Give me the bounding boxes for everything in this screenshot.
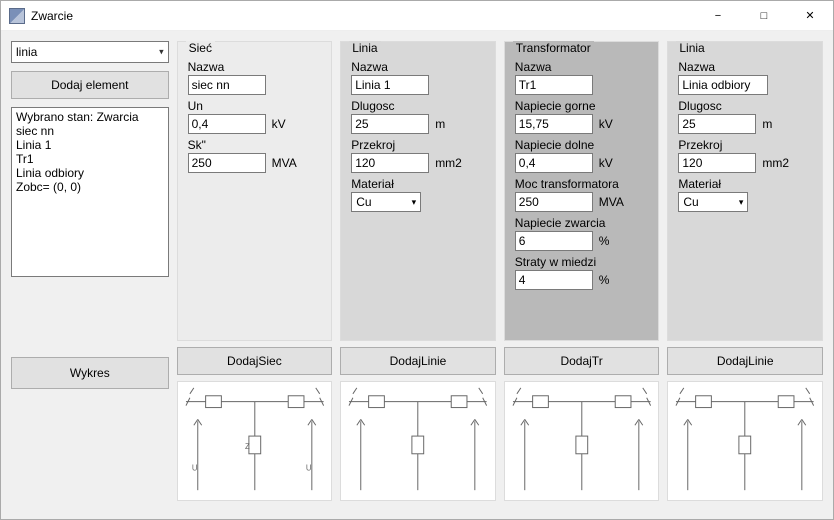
chevron-down-icon: ▾ xyxy=(159,47,164,58)
dodaj-tr-button[interactable]: DodajTr xyxy=(504,347,660,375)
label-napiecie-dolne: Napiecie dolne xyxy=(515,138,649,152)
unit-mm2: mm2 xyxy=(762,156,789,170)
groupbox-siec: Sieć Nazwa Un kV Sk" MVA xyxy=(177,41,333,341)
label-napiecie-zwarcia: Napiecie zwarcia xyxy=(515,216,649,230)
diagram-siec: U U Z xyxy=(177,381,333,501)
input-tr-nd[interactable] xyxy=(515,153,593,173)
label-nazwa: Nazwa xyxy=(515,60,649,74)
unit-m: m xyxy=(435,117,445,131)
chevron-down-icon: ▾ xyxy=(739,197,744,208)
input-tr-sw[interactable] xyxy=(515,270,593,290)
close-button[interactable]: ✕ xyxy=(787,1,833,30)
wykres-button[interactable]: Wykres xyxy=(11,357,169,389)
label-sk: Sk" xyxy=(188,138,322,152)
label-material: Materiał xyxy=(678,177,812,191)
label-nazwa: Nazwa xyxy=(351,60,485,74)
label-przekroj: Przekroj xyxy=(678,138,812,152)
element-type-combo[interactable]: linia ▾ xyxy=(11,41,169,63)
label-nazwa: Nazwa xyxy=(188,60,322,74)
input-tr-nz[interactable] xyxy=(515,231,593,251)
input-tr-nazwa[interactable] xyxy=(515,75,593,95)
window-title: Zwarcie xyxy=(31,9,695,23)
groupbox-title: Sieć xyxy=(186,41,215,55)
label-material: Materiał xyxy=(351,177,485,191)
input-linia2-nazwa[interactable] xyxy=(678,75,768,95)
panel-linia1: Linia Nazwa Dlugosc m Przekroj xyxy=(340,41,496,509)
input-tr-moc[interactable] xyxy=(515,192,593,212)
label-moc: Moc transformatora xyxy=(515,177,649,191)
panel-siec: Sieć Nazwa Un kV Sk" MVA xyxy=(177,41,333,509)
unit-kv: kV xyxy=(599,156,613,170)
dodaj-linie-button[interactable]: DodajLinie xyxy=(340,347,496,375)
unit-mm2: mm2 xyxy=(435,156,462,170)
label-un: Un xyxy=(188,99,322,113)
app-icon xyxy=(9,8,25,24)
groupbox-title: Linia xyxy=(349,41,380,55)
diagram-linia1 xyxy=(340,381,496,501)
panel-transformator: Transformator Nazwa Napiecie gorne kV Na… xyxy=(504,41,660,509)
unit-percent: % xyxy=(599,234,610,248)
groupbox-title: Transformator xyxy=(513,41,594,55)
input-siec-sk[interactable] xyxy=(188,153,266,173)
add-element-button[interactable]: Dodaj element xyxy=(11,71,169,99)
unit-kv: kV xyxy=(599,117,613,131)
unit-percent: % xyxy=(599,273,610,287)
app-window: Zwarcie − □ ✕ linia ▾ Dodaj element Wybr… xyxy=(0,0,834,520)
unit-mva: MVA xyxy=(599,195,624,209)
label-dlugosc: Dlugosc xyxy=(678,99,812,113)
groupbox-transformator: Transformator Nazwa Napiecie gorne kV Na… xyxy=(504,41,660,341)
label-nazwa: Nazwa xyxy=(678,60,812,74)
chevron-down-icon: ▾ xyxy=(412,197,417,208)
input-linia2-przekroj[interactable] xyxy=(678,153,756,173)
window-buttons: − □ ✕ xyxy=(695,1,833,30)
minimize-button[interactable]: − xyxy=(695,1,741,30)
input-siec-un[interactable] xyxy=(188,114,266,134)
groupbox-title: Linia xyxy=(676,41,707,55)
label-napiecie-gorne: Napiecie gorne xyxy=(515,99,649,113)
input-tr-ng[interactable] xyxy=(515,114,593,134)
svg-text:U: U xyxy=(191,464,197,473)
client-area: linia ▾ Dodaj element Wybrano stan: Zwar… xyxy=(1,31,833,519)
label-straty: Straty w miedzi xyxy=(515,255,649,269)
input-linia1-przekroj[interactable] xyxy=(351,153,429,173)
label-dlugosc: Dlugosc xyxy=(351,99,485,113)
diagram-linia2 xyxy=(667,381,823,501)
left-column: linia ▾ Dodaj element Wybrano stan: Zwar… xyxy=(11,41,169,509)
svg-text:U: U xyxy=(306,464,312,473)
unit-m: m xyxy=(762,117,772,131)
titlebar: Zwarcie − □ ✕ xyxy=(1,1,833,31)
maximize-button[interactable]: □ xyxy=(741,1,787,30)
dodaj-siec-button[interactable]: DodajSiec xyxy=(177,347,333,375)
status-listbox[interactable]: Wybrano stan: Zwarcia siec nn Linia 1 Tr… xyxy=(11,107,169,277)
groupbox-linia2: Linia Nazwa Dlugosc m Przekroj xyxy=(667,41,823,341)
input-linia1-nazwa[interactable] xyxy=(351,75,429,95)
input-linia1-dlugosc[interactable] xyxy=(351,114,429,134)
groupbox-linia1: Linia Nazwa Dlugosc m Przekroj xyxy=(340,41,496,341)
dodaj-linie2-button[interactable]: DodajLinie xyxy=(667,347,823,375)
label-przekroj: Przekroj xyxy=(351,138,485,152)
unit-mva: MVA xyxy=(272,156,297,170)
select-linia2-material[interactable]: Cu ▾ xyxy=(678,192,748,212)
input-linia2-dlugosc[interactable] xyxy=(678,114,756,134)
combo-value: linia xyxy=(16,45,37,59)
panel-linia2: Linia Nazwa Dlugosc m Przekroj xyxy=(667,41,823,509)
input-siec-nazwa[interactable] xyxy=(188,75,266,95)
unit-kv: kV xyxy=(272,117,286,131)
select-linia1-material[interactable]: Cu ▾ xyxy=(351,192,421,212)
svg-text:Z: Z xyxy=(245,442,250,451)
diagram-tr xyxy=(504,381,660,501)
